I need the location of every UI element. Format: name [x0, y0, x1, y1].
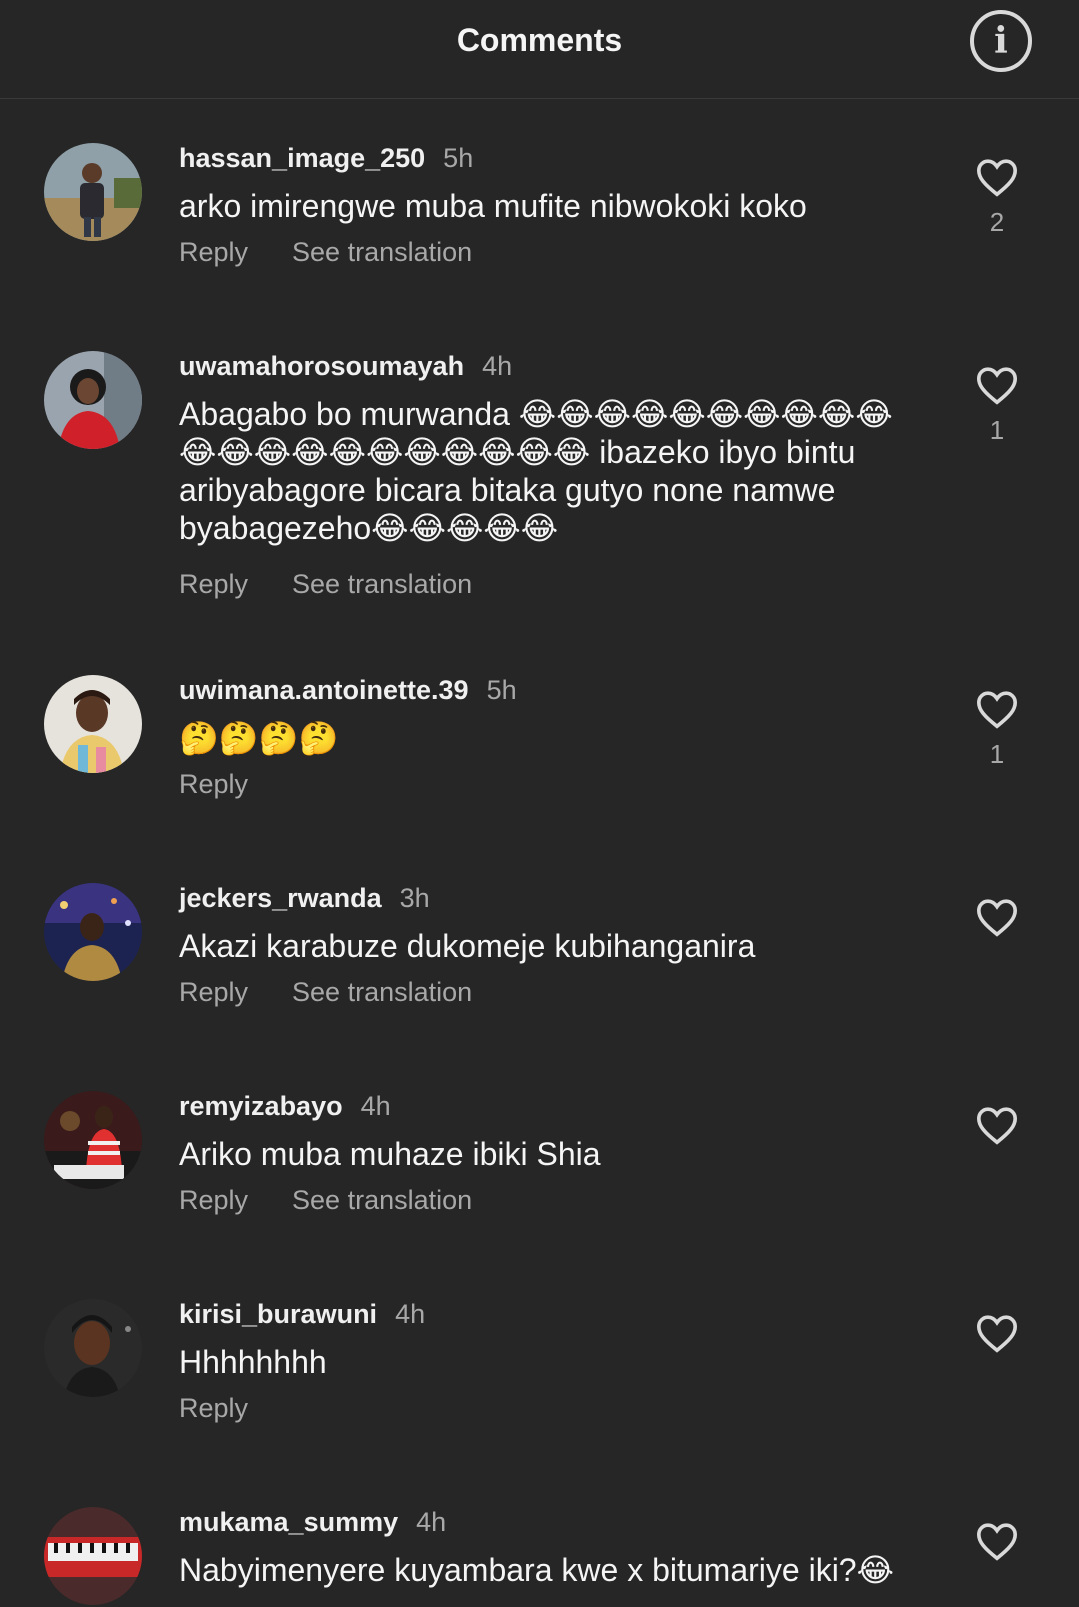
comment-actions: Reply	[179, 769, 248, 800]
reply-button[interactable]: Reply	[179, 977, 248, 1007]
avatar[interactable]	[44, 1091, 142, 1189]
comments-header: Comments i	[0, 0, 1079, 99]
like-group	[974, 897, 1020, 937]
comment-text: 🤔🤔🤔🤔	[179, 720, 339, 756]
comment-header: kirisi_burawuni 4h	[179, 1299, 425, 1330]
reply-button[interactable]: Reply	[179, 769, 248, 799]
comment-time: 4h	[395, 1299, 426, 1329]
comment-text: Abagabo bo murwanda 😂😂😂😂😂😂😂😂😂😂😂😂😂😂😂😂😂😂😂😂…	[179, 396, 893, 546]
heart-icon[interactable]	[974, 1313, 1020, 1353]
comment-time: 3h	[399, 883, 430, 913]
comment-text: arko imirengwe muba mufite nibwokoki kok…	[179, 188, 807, 224]
like-count: 2	[989, 207, 1005, 237]
heart-icon[interactable]	[974, 365, 1020, 405]
comment-actions: Reply	[179, 1393, 248, 1424]
comment-text: Akazi karabuze dukomeje kubihanganira	[179, 928, 756, 964]
comment-text: Ariko muba muhaze ibiki Shia	[179, 1136, 601, 1172]
comment-time: 5h	[443, 143, 474, 173]
comment-text: Hhhhhhhh	[179, 1344, 327, 1380]
comment-username[interactable]: hassan_image_250	[179, 143, 425, 173]
comment-header: uwimana.antoinette.39 5h	[179, 675, 517, 706]
comment-actions: Reply See translation	[179, 569, 472, 600]
comment-header: mukama_summy 4h	[179, 1507, 446, 1538]
like-group	[974, 1521, 1020, 1561]
heart-icon[interactable]	[974, 1105, 1020, 1145]
avatar[interactable]	[44, 675, 142, 773]
comment-actions: Reply See translation	[179, 977, 472, 1008]
info-icon[interactable]: i	[970, 10, 1032, 72]
see-translation-button[interactable]: See translation	[292, 569, 472, 599]
avatar[interactable]	[44, 883, 142, 981]
see-translation-button[interactable]: See translation	[292, 1185, 472, 1215]
comment-time: 5h	[486, 675, 517, 705]
see-translation-button[interactable]: See translation	[292, 977, 472, 1007]
comment-time: 4h	[416, 1507, 447, 1537]
like-group	[974, 1105, 1020, 1145]
comment-username[interactable]: remyizabayo	[179, 1091, 343, 1121]
avatar[interactable]	[44, 351, 142, 449]
page-title: Comments	[456, 22, 623, 58]
comment-header: hassan_image_250 5h	[179, 143, 473, 174]
see-translation-button[interactable]: See translation	[292, 237, 472, 267]
like-group: 1	[974, 689, 1020, 770]
like-count: 1	[989, 739, 1005, 769]
reply-button[interactable]: Reply	[179, 1185, 248, 1215]
comment-text: Nabyimenyere kuyambara kwe x bitumariye …	[179, 1552, 894, 1588]
heart-icon[interactable]	[974, 1521, 1020, 1561]
heart-icon[interactable]	[974, 157, 1020, 197]
comment-username[interactable]: uwimana.antoinette.39	[179, 675, 469, 705]
reply-button[interactable]: Reply	[179, 237, 248, 267]
like-count: 1	[989, 415, 1005, 445]
like-group: 2	[974, 157, 1020, 238]
like-group: 1	[974, 365, 1020, 446]
reply-button[interactable]: Reply	[179, 1393, 248, 1423]
reply-button[interactable]: Reply	[179, 569, 248, 599]
comment-header: jeckers_rwanda 3h	[179, 883, 430, 914]
comment-header: uwamahorosoumayah 4h	[179, 351, 512, 382]
comment-header: remyizabayo 4h	[179, 1091, 391, 1122]
heart-icon[interactable]	[974, 897, 1020, 937]
heart-icon[interactable]	[974, 689, 1020, 729]
comment-actions: Reply See translation	[179, 1185, 472, 1216]
comment-username[interactable]: jeckers_rwanda	[179, 883, 382, 913]
comment-time: 4h	[482, 351, 513, 381]
avatar[interactable]	[44, 143, 142, 241]
comment-username[interactable]: kirisi_burawuni	[179, 1299, 377, 1329]
comment-time: 4h	[360, 1091, 391, 1121]
comment-username[interactable]: mukama_summy	[179, 1507, 398, 1537]
comment-actions: Reply See translation	[179, 237, 472, 268]
comment-username[interactable]: uwamahorosoumayah	[179, 351, 464, 381]
like-group	[974, 1313, 1020, 1353]
avatar[interactable]	[44, 1507, 142, 1605]
avatar[interactable]	[44, 1299, 142, 1397]
